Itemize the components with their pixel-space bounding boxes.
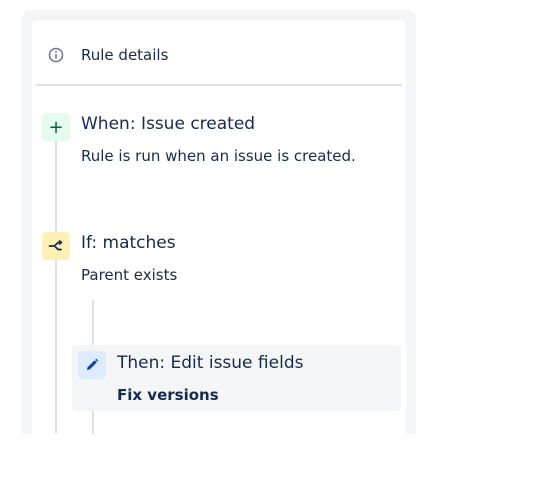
- trigger-description: Rule is run when an issue is created.: [81, 147, 356, 165]
- trigger-title[interactable]: When: Issue created: [81, 114, 255, 134]
- plus-icon: +: [42, 113, 70, 141]
- action-title: Then: Edit issue fields: [117, 353, 304, 373]
- rule-details-title: Rule details: [81, 46, 169, 64]
- header-divider: [36, 84, 402, 86]
- condition-title[interactable]: If: matches: [81, 233, 176, 253]
- action-row[interactable]: Then: Edit issue fields Fix versions: [72, 345, 401, 411]
- pencil-icon: [78, 351, 106, 379]
- timeline-line-main: [55, 141, 57, 434]
- condition-description: Parent exists: [81, 266, 178, 284]
- action-description: Fix versions: [117, 386, 219, 404]
- rule-details-panel: Rule details + When: Issue created Rule …: [22, 10, 416, 434]
- rule-details-header[interactable]: Rule details: [32, 20, 406, 86]
- info-icon: [48, 47, 64, 63]
- rule-details-card: Rule details + When: Issue created Rule …: [32, 20, 406, 434]
- branch-icon: [42, 232, 70, 260]
